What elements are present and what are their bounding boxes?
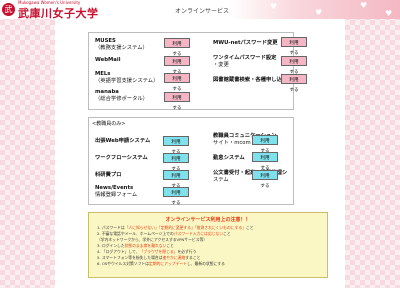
kakenhi-use-button[interactable]: 利用する — [163, 170, 189, 189]
mcom-use-button[interactable]: 利用する — [252, 135, 278, 154]
service-label-password-change: MWU-netパスワード変更 — [213, 40, 278, 46]
mwu-password-use-button[interactable]: 利用する — [281, 37, 307, 56]
mels-use-button[interactable]: 利用する — [164, 73, 190, 92]
header-decoration: ♥ ♥ ♥ ♥ — [230, 0, 400, 19]
page-title: オンラインサービス — [175, 8, 230, 15]
service-label-mels: MELs （英語学習支援システム） — [95, 71, 159, 84]
notice-title: オンラインサービス利用上の注意！！ — [165, 217, 251, 223]
staff-label-attendance: 勤怠システム — [213, 155, 245, 161]
staff-label-news-events: News/Events 情報登録フォーム — [95, 185, 138, 198]
service-label-library: 図書館蔵書検索・各種申し込み — [213, 77, 288, 83]
service-label-manaba: manaba （総合学修ポータル） — [95, 89, 148, 102]
heart-icon: ♥ — [385, 9, 393, 18]
staff-label-kakenhi: 科研費プロ — [95, 172, 122, 178]
notice-line: 1. パスワードは「人に知らせない」「定期的に変更する」「推測されにくいものにす… — [97, 225, 254, 230]
usage-notice: オンラインサービス利用上の注意！！ 1. パスワードは「人に知らせない」「定期的… — [88, 212, 328, 278]
documents-use-button[interactable]: 利用する — [252, 170, 278, 189]
notice-line: （学内ネットワークから、学外にアクセスするVPNサービス等） — [97, 237, 208, 242]
notice-line: 5. スマートフォン等を紛失した場合は速やかに連絡すること — [97, 255, 201, 260]
notice-line: 6. OSやウイルス対策ソフトは定期的にアップデートし、最新の状態にする — [97, 261, 225, 266]
service-label-webmail: WebMail — [95, 57, 121, 63]
notice-line: 4. 「ログアウト」して、「ブラウザを閉じる」を必ず行う — [97, 249, 197, 254]
muses-use-button[interactable]: 利用する — [164, 38, 190, 57]
news-events-use-button[interactable]: 利用する — [163, 187, 189, 206]
workflow-use-button[interactable]: 利用する — [163, 153, 189, 172]
heart-icon: ♥ — [270, 2, 278, 11]
heart-icon: ♥ — [315, 8, 323, 17]
library-use-button[interactable]: 利用する — [281, 74, 307, 93]
staff-label-workflow: ワークフローシステム — [95, 155, 148, 161]
service-label-otp: ワンタイムパスワード設定 ・変更 — [213, 55, 277, 68]
university-emblem-icon: 武 — [2, 3, 15, 16]
page-header: 武 Mukogawa Women's University 武庫川女子大学 オン… — [0, 0, 400, 20]
staff-label-travel: 出張Web申請システム — [95, 138, 151, 144]
webmail-use-button[interactable]: 利用する — [164, 56, 190, 75]
travel-use-button[interactable]: 利用する — [163, 136, 189, 155]
university-logo[interactable]: 武 Mukogawa Women's University 武庫川女子大学 — [2, 0, 98, 20]
staff-section-title: <教職員のみ> — [92, 121, 126, 127]
heart-icon: ♥ — [360, 1, 368, 10]
service-label-muses: MUSES （教務支援システム） — [95, 38, 148, 51]
notice-line: 2. 不審な電話やメール、ホームページ上でのパスワード入力には応じないこと — [97, 231, 231, 236]
otp-use-button[interactable]: 利用する — [281, 56, 307, 75]
attendance-use-button[interactable]: 利用する — [252, 152, 278, 171]
manaba-use-button[interactable]: 利用する — [164, 92, 190, 111]
notice-line: 3. ログインした状態のまま席を離れないこと — [97, 243, 174, 248]
services-box: MUSES （教務支援システム） 利用する WebMail 利用する MELs … — [88, 32, 294, 111]
